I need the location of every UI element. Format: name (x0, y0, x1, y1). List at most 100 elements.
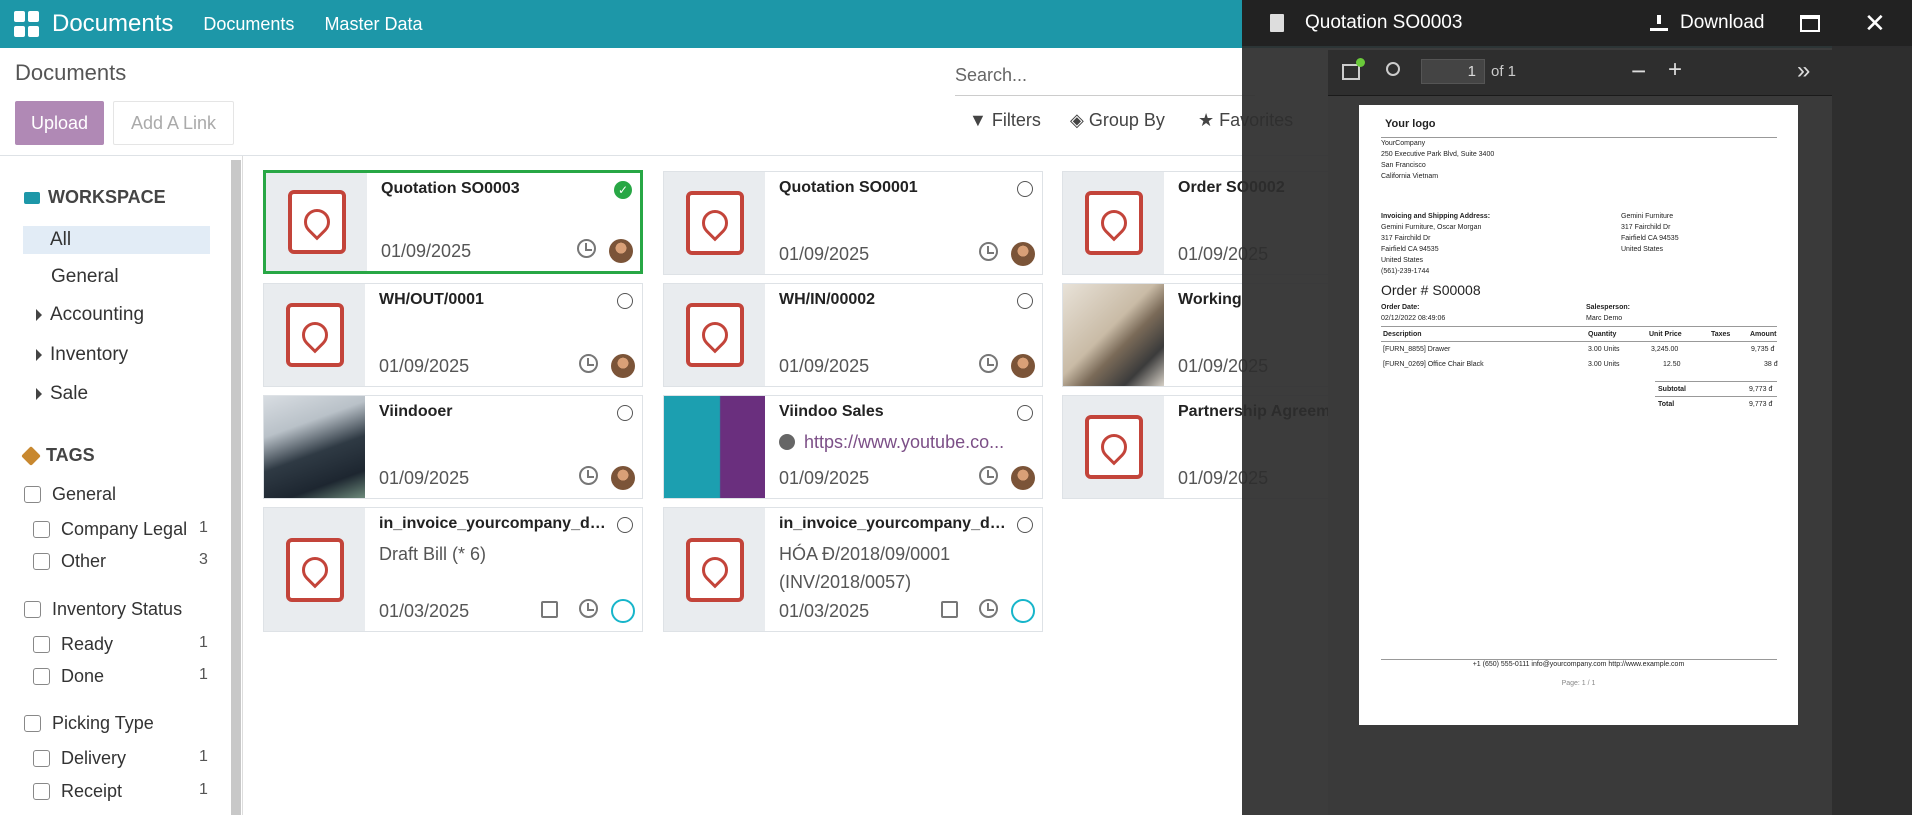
checkbox[interactable] (33, 553, 50, 570)
document-title: Quotation SO0003 (381, 180, 520, 197)
tag-ready[interactable]: Ready (33, 634, 113, 655)
menu-master-data[interactable]: Master Data (324, 14, 422, 35)
select-radio[interactable] (617, 405, 633, 421)
tools-menu-icon[interactable]: » (1797, 57, 1810, 85)
tag-group-general[interactable]: General (24, 484, 116, 505)
activity-clock-icon[interactable] (579, 466, 598, 485)
column-amount: Amount (1750, 331, 1777, 338)
add-link-button[interactable]: Add A Link (113, 101, 234, 145)
checkbox[interactable] (33, 783, 50, 800)
checkbox[interactable] (24, 715, 41, 732)
external-link-icon[interactable] (541, 601, 558, 618)
tag-receipt[interactable]: Receipt (33, 781, 122, 802)
pdf-thumbnail (266, 173, 367, 271)
caret-right-icon[interactable] (36, 387, 42, 400)
pdf-icon (685, 537, 744, 602)
activity-clock-icon[interactable] (979, 466, 998, 485)
select-radio[interactable] (1017, 293, 1033, 309)
group-by-button[interactable]: ◈ Group By (1070, 110, 1165, 131)
sidebar-scrollbar[interactable] (231, 160, 241, 815)
tag-group-picking-type[interactable]: Picking Type (24, 713, 154, 734)
tag-count: 1 (199, 519, 208, 536)
app-brand[interactable]: Documents (52, 10, 173, 38)
workspace-sale[interactable]: Sale (36, 383, 88, 405)
select-radio[interactable] (1017, 405, 1033, 421)
activity-clock-icon[interactable] (579, 599, 598, 618)
document-card[interactable]: Viindoo Sales https://www.youtube.co... … (663, 395, 1043, 499)
filters-button[interactable]: ▼ Filters (969, 110, 1041, 131)
activity-clock-icon[interactable] (979, 354, 998, 373)
total-label: Total (1658, 401, 1675, 408)
maximize-icon[interactable] (1800, 14, 1820, 32)
pdf-icon (285, 537, 344, 602)
apps-menu-icon[interactable] (14, 11, 40, 37)
external-link-icon[interactable] (941, 601, 958, 618)
pdf-thumbnail (664, 172, 765, 274)
document-card[interactable]: Quotation SO0003 01/09/2025 ✓ (263, 170, 643, 274)
select-radio[interactable] (617, 293, 633, 309)
pdf-thumbnail (664, 508, 765, 631)
partner-address: Gemini Furniture 317 Fairchild Dr Fairfiel… (1621, 213, 1679, 253)
document-card[interactable]: WH/OUT/0001 01/09/2025 (263, 283, 643, 387)
search-input[interactable] (955, 56, 1255, 96)
tag-done[interactable]: Done (33, 666, 104, 687)
checkbox[interactable] (33, 636, 50, 653)
workspace-general[interactable]: General (51, 266, 119, 288)
smiley-icon (1011, 599, 1035, 623)
download-button[interactable]: Download (1650, 12, 1765, 34)
caret-right-icon[interactable] (36, 348, 42, 361)
menu-documents[interactable]: Documents (203, 14, 294, 35)
checkbox[interactable] (33, 521, 50, 538)
column-unit-price: Unit Price (1649, 331, 1682, 338)
select-radio[interactable] (617, 517, 633, 533)
pdf-page: Your logo YourCompany 250 Executive Park … (1359, 105, 1798, 725)
tag-group-inventory-status[interactable]: Inventory Status (24, 599, 182, 620)
document-card[interactable]: Viindooer 01/09/2025 (263, 395, 643, 499)
workspace-inventory[interactable]: Inventory (36, 344, 128, 366)
document-card[interactable]: in_invoice_yourcompany_dem... Draft Bill… (263, 507, 643, 632)
layers-icon: ◈ (1070, 110, 1084, 130)
document-description: HÓA Đ/2018/09/0001 (INV/2018/0057) (779, 544, 951, 592)
close-icon[interactable]: ✕ (1864, 8, 1886, 39)
activity-clock-icon[interactable] (577, 239, 596, 258)
column-taxes: Taxes (1711, 331, 1731, 338)
zoom-in-button[interactable]: + (1668, 56, 1682, 84)
checkbox[interactable] (33, 668, 50, 685)
divider (1381, 341, 1777, 342)
page-number-input[interactable] (1421, 59, 1485, 84)
divider (1655, 381, 1777, 382)
document-card[interactable]: in_invoice_yourcompany_dem... HÓA Đ/2018… (663, 507, 1043, 632)
select-radio[interactable] (1017, 517, 1033, 533)
checkbox[interactable] (24, 486, 41, 503)
document-icon (1270, 14, 1284, 32)
checkbox[interactable] (33, 750, 50, 767)
tag-company-legal[interactable]: Company Legal (33, 519, 187, 540)
search-icon[interactable] (1386, 62, 1400, 76)
subtotal-value: 9,773 đ (1749, 386, 1773, 393)
workspace-all[interactable]: All (23, 226, 210, 254)
line-unit-price: 12.50 (1663, 361, 1681, 368)
selected-check-icon[interactable]: ✓ (614, 181, 632, 199)
tag-delivery[interactable]: Delivery (33, 748, 126, 769)
column-description: Description (1383, 331, 1422, 338)
total-value: 9,773 đ (1749, 401, 1773, 408)
caret-right-icon[interactable] (36, 308, 42, 321)
document-title: in_invoice_yourcompany_dem... (779, 515, 1009, 532)
activity-clock-icon[interactable] (979, 242, 998, 261)
upload-button[interactable]: Upload (15, 101, 104, 145)
workspace-accounting[interactable]: Accounting (36, 304, 144, 326)
zoom-out-button[interactable]: − (1631, 56, 1646, 87)
activity-clock-icon[interactable] (979, 599, 998, 618)
checkbox[interactable] (24, 601, 41, 618)
document-url-link[interactable]: https://www.youtube.co... (779, 428, 1029, 456)
salesperson: Salesperson: Marc Demo (1586, 304, 1630, 322)
pdf-page-footer: Page: 1 / 1 (1561, 680, 1596, 687)
select-radio[interactable] (1017, 181, 1033, 197)
activity-clock-icon[interactable] (579, 354, 598, 373)
pdf-toolbar: of 1 − + » (1328, 50, 1832, 96)
viewer-title: Quotation SO0003 (1305, 12, 1463, 33)
document-card[interactable]: WH/IN/00002 01/09/2025 (663, 283, 1043, 387)
tag-other[interactable]: Other (33, 551, 106, 572)
avatar (1011, 242, 1035, 266)
document-card[interactable]: Quotation SO0001 01/09/2025 (663, 171, 1043, 275)
